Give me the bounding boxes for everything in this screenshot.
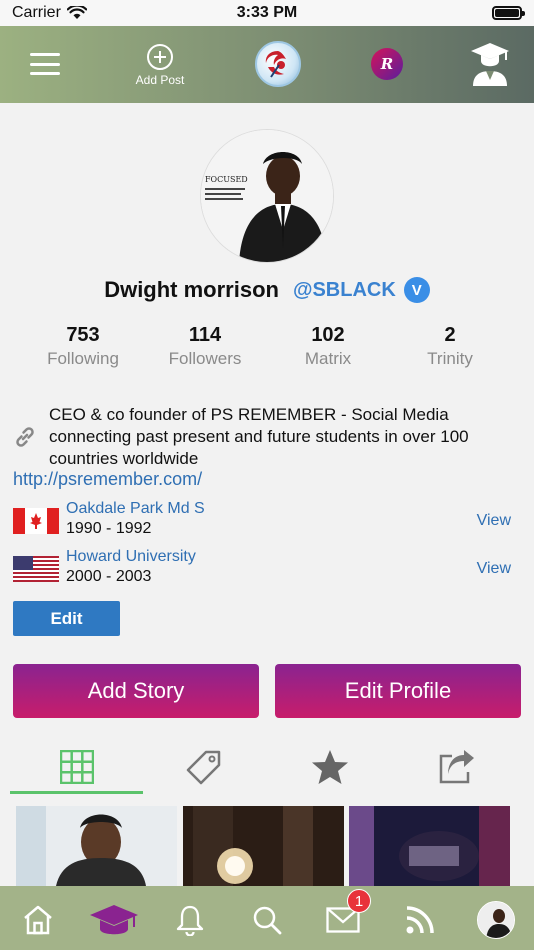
nav-home[interactable] (18, 900, 58, 940)
nav-school[interactable] (88, 900, 140, 940)
nav-profile[interactable] (476, 900, 516, 940)
status-left: Carrier (12, 4, 87, 22)
link-icon (16, 427, 34, 447)
graduation-cap-icon (90, 905, 138, 935)
star-icon (312, 750, 348, 784)
stat-following[interactable]: 753 Following (23, 324, 143, 369)
bottom-nav-bar: 1 (0, 886, 534, 950)
graduate-icon[interactable] (470, 42, 510, 86)
stat-value: 753 (66, 324, 100, 346)
profile-name-row: Dwight morrison @SBLACK V (0, 277, 534, 303)
tag-icon (186, 750, 221, 785)
post-thumbnail[interactable] (349, 806, 510, 886)
username-handle[interactable]: @SBLACK (293, 279, 396, 302)
edit-education-button[interactable]: Edit (13, 601, 120, 636)
profile-tabs (0, 740, 534, 796)
post-thumbnail[interactable] (16, 806, 177, 886)
stat-label: Following (47, 349, 119, 368)
view-school-button[interactable]: View (477, 560, 511, 578)
home-icon (24, 905, 52, 935)
profile-avatar-small (477, 901, 515, 939)
post-grid (16, 806, 512, 886)
add-post-label: Add Post (135, 73, 185, 87)
carrier-label: Carrier (12, 4, 61, 21)
tab-shared[interactable] (390, 740, 524, 794)
nav-feed[interactable] (400, 900, 440, 940)
school-name[interactable]: Oakdale Park Md S (66, 500, 205, 518)
profile-avatar[interactable]: FOCUSED (200, 129, 334, 263)
hamburger-menu-icon[interactable] (30, 53, 60, 75)
wifi-icon (66, 6, 87, 19)
stat-label: Matrix (304, 349, 352, 368)
status-bar: Carrier 3:33 PM (0, 0, 534, 26)
nav-search[interactable] (247, 900, 287, 940)
bell-icon (176, 905, 204, 936)
school-years: 2000 - 2003 (66, 568, 152, 585)
top-app-bar: Add Post R (0, 26, 534, 103)
add-post-icon (147, 44, 173, 70)
active-tab-indicator (10, 791, 143, 794)
mail-badge: 1 (347, 889, 371, 913)
ps-remember-logo[interactable] (255, 41, 301, 87)
r-logo[interactable]: R (371, 48, 403, 80)
stat-label: Followers (168, 349, 242, 368)
search-icon (253, 906, 282, 935)
stat-label: Trinity (427, 349, 473, 368)
display-name: Dwight morrison (104, 277, 279, 302)
verified-badge-icon: V (403, 277, 430, 303)
post-thumbnail[interactable] (183, 806, 344, 886)
rss-icon (406, 906, 434, 934)
education-row: Howard University 2000 - 2003 View (13, 548, 521, 592)
website-link[interactable]: http://psremember.com/ (13, 469, 202, 490)
stat-matrix[interactable]: 102 Matrix (268, 324, 388, 369)
profile-stats: 753 Following 114 Followers 102 Matrix 2… (0, 324, 534, 374)
add-story-button[interactable]: Add Story (13, 664, 259, 718)
nav-messages[interactable]: 1 (323, 889, 371, 940)
canada-flag-icon (13, 508, 59, 534)
stat-value: 2 (444, 324, 456, 346)
share-icon (439, 750, 474, 784)
nav-notifications[interactable] (170, 900, 210, 940)
bio-section: CEO & co founder of PS REMEMBER - Social… (12, 404, 522, 470)
education-row: Oakdale Park Md S 1990 - 1992 View (13, 500, 521, 544)
add-post-button[interactable]: Add Post (130, 44, 190, 87)
stat-trinity[interactable]: 2 Trinity (390, 324, 510, 369)
stat-value: 102 (311, 324, 345, 346)
edit-profile-button[interactable]: Edit Profile (275, 664, 521, 718)
tab-tagged[interactable] (137, 740, 271, 794)
battery-icon (492, 6, 525, 20)
stat-followers[interactable]: 114 Followers (145, 324, 265, 369)
view-school-button[interactable]: View (477, 512, 511, 530)
school-years: 1990 - 1992 (66, 520, 152, 537)
school-name[interactable]: Howard University (66, 548, 196, 566)
tab-favorites[interactable] (263, 740, 397, 794)
stat-value: 114 (188, 324, 222, 346)
tab-grid[interactable] (10, 740, 144, 794)
bio-text: CEO & co founder of PS REMEMBER - Social… (49, 405, 469, 468)
usa-flag-icon (13, 556, 59, 582)
avatar-caption: FOCUSED (205, 175, 248, 184)
grid-icon (60, 750, 94, 784)
